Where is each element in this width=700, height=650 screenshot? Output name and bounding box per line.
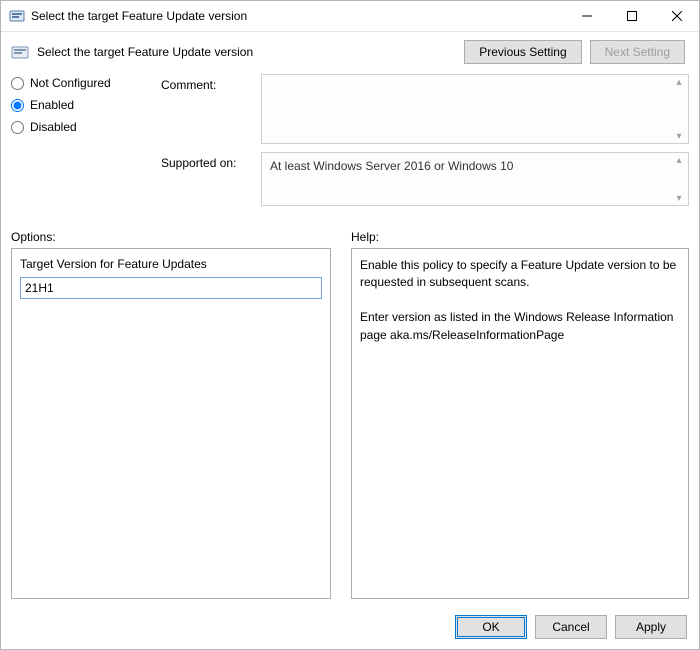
previous-setting-button[interactable]: Previous Setting xyxy=(464,40,581,64)
gpo-editor-window: Select the target Feature Update version… xyxy=(0,0,700,650)
radio-enabled-label: Enabled xyxy=(30,98,74,112)
ok-button[interactable]: OK xyxy=(455,615,527,639)
target-version-input[interactable] xyxy=(20,277,322,299)
config-area: Not Configured Enabled Disabled Comment:… xyxy=(1,68,699,218)
target-version-label: Target Version for Feature Updates xyxy=(20,257,322,271)
radio-disabled[interactable]: Disabled xyxy=(11,120,151,134)
radio-not-configured[interactable]: Not Configured xyxy=(11,76,151,90)
cancel-button[interactable]: Cancel xyxy=(535,615,607,639)
state-radio-group: Not Configured Enabled Disabled xyxy=(11,74,151,214)
radio-not-configured-input[interactable] xyxy=(11,77,24,90)
app-icon xyxy=(9,8,25,24)
scroll-up-icon: ▴ xyxy=(674,155,684,165)
header-title: Select the target Feature Update version xyxy=(37,45,253,59)
bottom-bar: OK Cancel Apply xyxy=(1,607,699,649)
supported-label: Supported on: xyxy=(161,152,251,206)
comment-box[interactable]: ▴ ▾ xyxy=(261,74,689,144)
window-title: Select the target Feature Update version xyxy=(31,9,247,23)
help-para-1: Enable this policy to specify a Feature … xyxy=(360,257,680,292)
supported-box: At least Windows Server 2016 or Windows … xyxy=(261,152,689,206)
policy-icon xyxy=(11,43,29,61)
supported-value: At least Windows Server 2016 or Windows … xyxy=(270,159,513,173)
split-panels: Target Version for Feature Updates Enabl… xyxy=(1,248,699,607)
radio-not-configured-label: Not Configured xyxy=(30,76,111,90)
options-panel: Target Version for Feature Updates xyxy=(11,248,331,599)
maximize-button[interactable] xyxy=(609,1,654,31)
radio-disabled-input[interactable] xyxy=(11,121,24,134)
comment-label: Comment: xyxy=(161,74,251,144)
help-panel: Enable this policy to specify a Feature … xyxy=(351,248,689,599)
header-strip: Select the target Feature Update version… xyxy=(1,32,699,68)
minimize-button[interactable] xyxy=(564,1,609,31)
radio-enabled[interactable]: Enabled xyxy=(11,98,151,112)
scroll-down-icon: ▾ xyxy=(674,193,684,203)
radio-disabled-label: Disabled xyxy=(30,120,77,134)
apply-button[interactable]: Apply xyxy=(615,615,687,639)
section-labels: Options: Help: xyxy=(1,218,699,248)
scroll-up-icon: ▴ xyxy=(674,77,684,87)
scroll-down-icon: ▾ xyxy=(674,131,684,141)
help-para-2: Enter version as listed in the Windows R… xyxy=(360,309,680,344)
help-heading: Help: xyxy=(351,230,689,244)
close-button[interactable] xyxy=(654,1,699,31)
titlebar: Select the target Feature Update version xyxy=(1,1,699,32)
options-heading: Options: xyxy=(11,230,331,244)
radio-enabled-input[interactable] xyxy=(11,99,24,112)
next-setting-button[interactable]: Next Setting xyxy=(590,40,685,64)
